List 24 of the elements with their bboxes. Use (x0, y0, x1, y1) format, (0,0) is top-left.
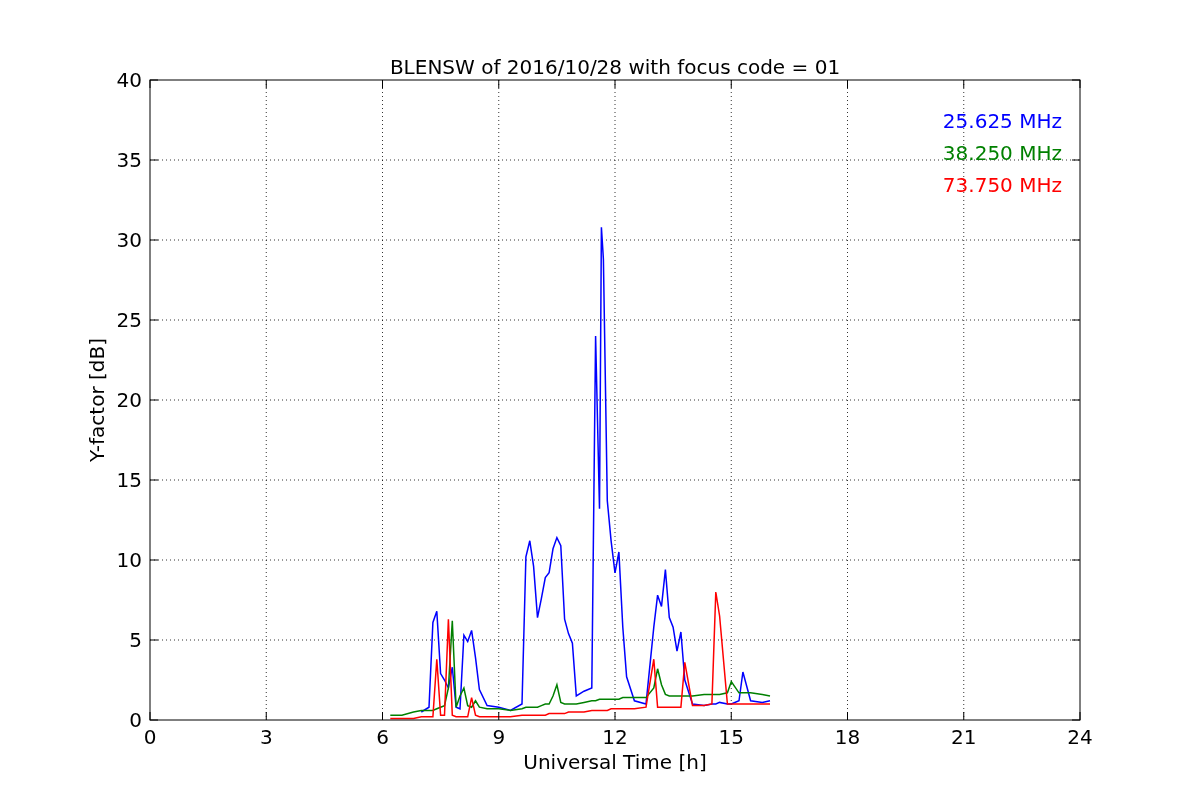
tick-label: 5 (129, 628, 142, 652)
tick-label: 21 (951, 725, 977, 749)
axis-label: Universal Time [h] (523, 750, 707, 774)
tick-label: 20 (116, 388, 142, 412)
tick-label: 10 (116, 548, 142, 572)
tick-label: 0 (129, 708, 142, 732)
tick-label: 9 (492, 725, 506, 749)
tick-label: 0 (143, 725, 157, 749)
tick-label: 6 (376, 725, 389, 749)
tick-label: 3 (259, 725, 273, 749)
axis-label: Y-factor [dB] (85, 338, 109, 462)
tick-label: 18 (834, 725, 861, 749)
tick-label: 15 (718, 725, 744, 749)
chart-title: BLENSW of 2016/10/28 with focus code = 01 (389, 55, 841, 79)
legend-label: 25.625 MHz (942, 109, 1062, 133)
tick-label: 40 (116, 68, 142, 92)
legend-label: 73.750 MHz (942, 173, 1062, 197)
tick-label: 12 (602, 725, 628, 749)
tick-label: 24 (1067, 725, 1093, 749)
tick-label: 35 (116, 148, 142, 172)
legend-label: 38.250 MHz (942, 141, 1062, 165)
tick-label: 25 (116, 308, 142, 332)
tick-label: 15 (116, 468, 142, 492)
tick-label: 30 (116, 228, 142, 252)
